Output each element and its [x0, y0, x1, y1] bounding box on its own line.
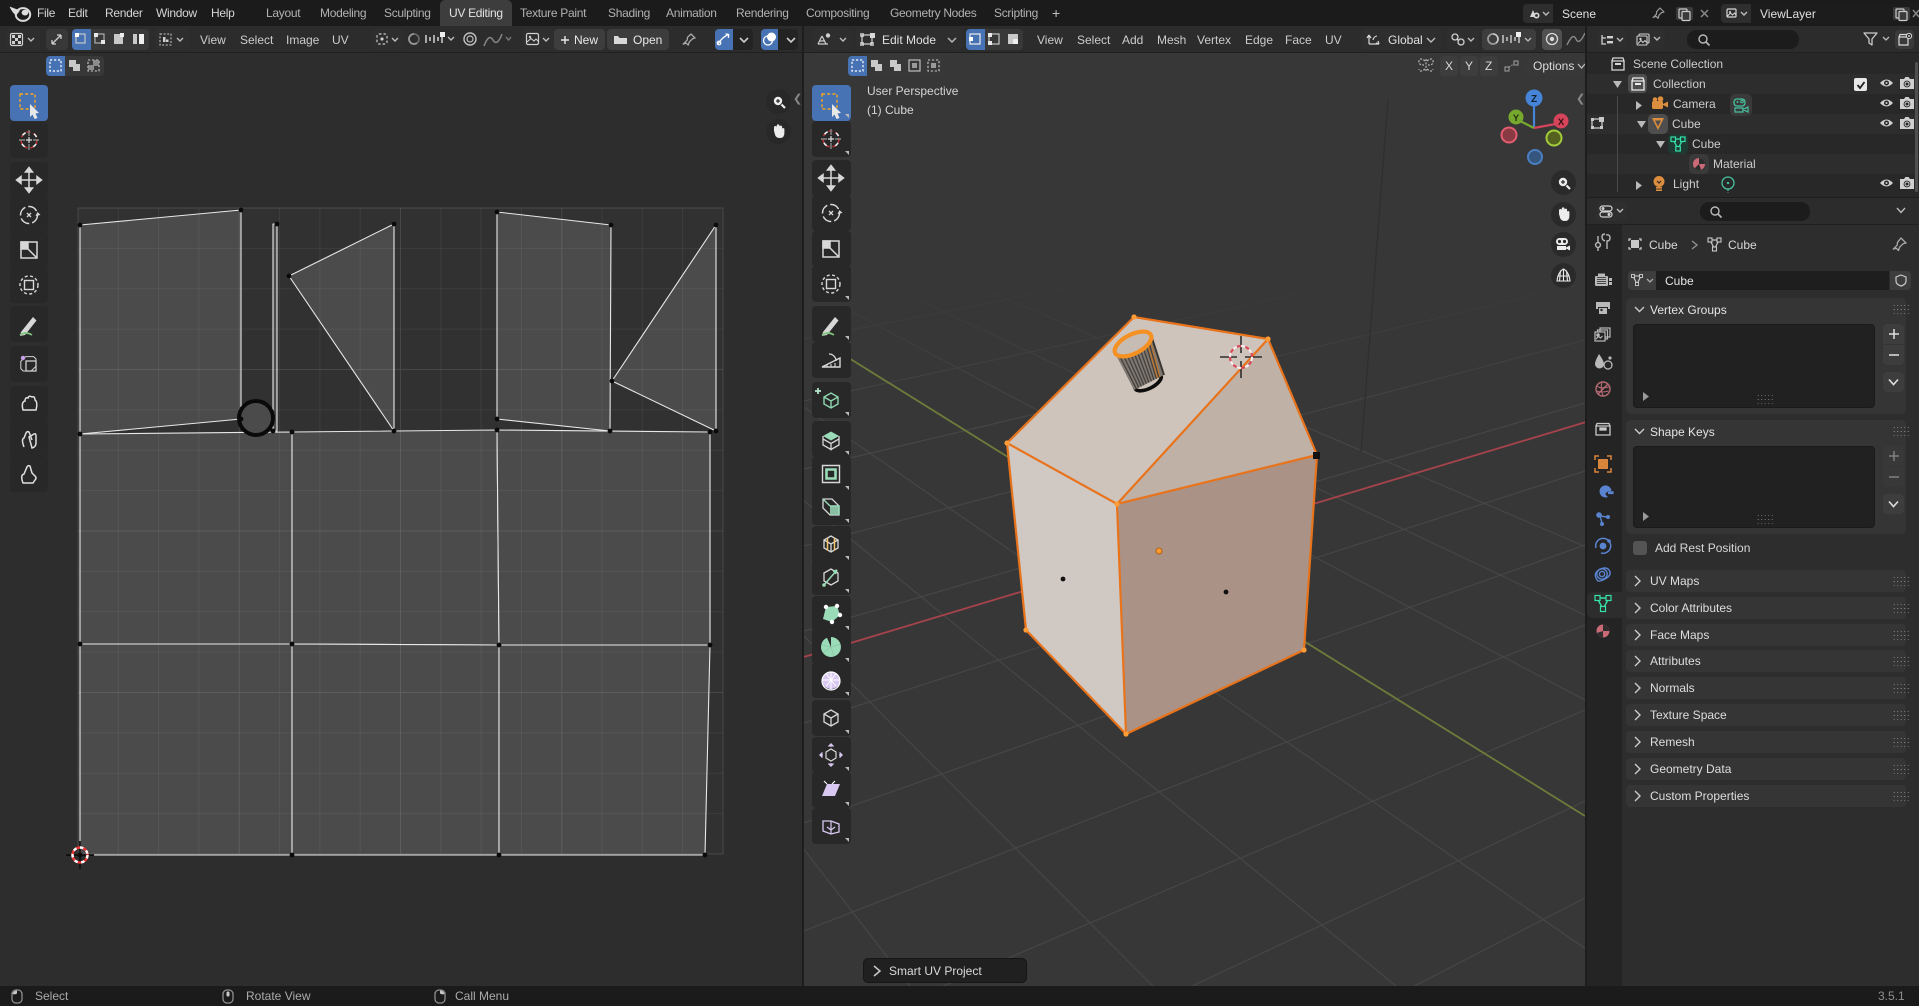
svg-text:Z: Z — [1531, 94, 1537, 105]
svg-text:X: X — [1558, 117, 1565, 128]
svg-text:Y: Y — [1513, 113, 1520, 124]
